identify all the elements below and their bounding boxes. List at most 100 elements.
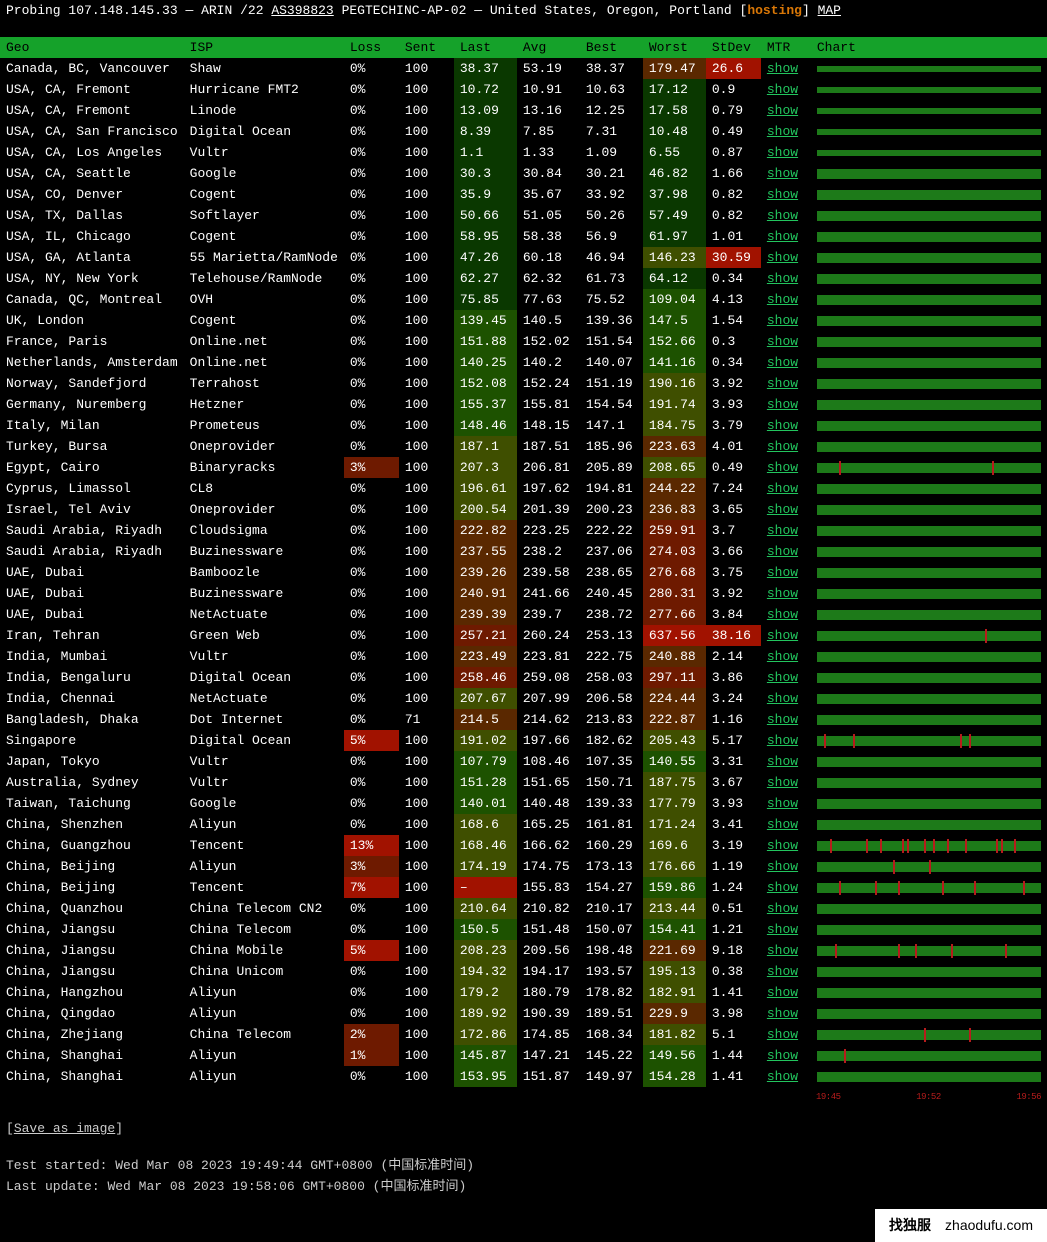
cell-sent: 100 [399, 100, 454, 121]
mtr-show-link[interactable]: show [761, 499, 811, 520]
mtr-show-link[interactable]: show [761, 268, 811, 289]
mtr-show-link[interactable]: show [761, 772, 811, 793]
save-as-image-link[interactable]: Save as image [14, 1121, 115, 1136]
col-best[interactable]: Best [580, 37, 643, 58]
cell-last: 179.2 [454, 982, 517, 1003]
mtr-show-link[interactable]: show [761, 373, 811, 394]
col-mtr[interactable]: MTR [761, 37, 811, 58]
mtr-show-link[interactable]: show [761, 961, 811, 982]
cell-last: 140.01 [454, 793, 517, 814]
cell-avg: 241.66 [517, 583, 580, 604]
mtr-show-link[interactable]: show [761, 310, 811, 331]
mtr-show-link[interactable]: show [761, 436, 811, 457]
mtr-show-link[interactable]: show [761, 331, 811, 352]
mtr-show-link[interactable]: show [761, 289, 811, 310]
mtr-show-link[interactable]: show [761, 205, 811, 226]
cell-geo: China, Quanzhou [0, 898, 184, 919]
cell-best: 61.73 [580, 268, 643, 289]
col-loss[interactable]: Loss [344, 37, 399, 58]
cell-chart [811, 163, 1047, 184]
mtr-show-link[interactable]: show [761, 877, 811, 898]
mtr-show-link[interactable]: show [761, 709, 811, 730]
cell-last: 151.88 [454, 331, 517, 352]
mtr-show-link[interactable]: show [761, 562, 811, 583]
mtr-show-link[interactable]: show [761, 457, 811, 478]
cell-chart [811, 898, 1047, 919]
mtr-show-link[interactable]: show [761, 247, 811, 268]
mtr-show-link[interactable]: show [761, 415, 811, 436]
mtr-show-link[interactable]: show [761, 646, 811, 667]
cell-loss: 0% [344, 814, 399, 835]
cell-last: 75.85 [454, 289, 517, 310]
mtr-show-link[interactable]: show [761, 856, 811, 877]
asn-link[interactable]: AS398823 [271, 3, 333, 18]
map-link[interactable]: MAP [818, 3, 841, 18]
cell-isp: 55 Marietta/RamNode [184, 247, 344, 268]
cell-worst: 64.12 [643, 268, 706, 289]
col-worst[interactable]: Worst [643, 37, 706, 58]
mtr-show-link[interactable]: show [761, 688, 811, 709]
mtr-show-link[interactable]: show [761, 835, 811, 856]
mtr-show-link[interactable]: show [761, 583, 811, 604]
col-chart[interactable]: Chart [811, 37, 1047, 58]
cell-avg: 174.85 [517, 1024, 580, 1045]
mtr-show-link[interactable]: show [761, 982, 811, 1003]
col-last[interactable]: Last [454, 37, 517, 58]
cell-geo: China, Hangzhou [0, 982, 184, 1003]
cell-isp: Dot Internet [184, 709, 344, 730]
cell-avg: 58.38 [517, 226, 580, 247]
mtr-show-link[interactable]: show [761, 184, 811, 205]
col-isp[interactable]: ISP [184, 37, 344, 58]
cell-sent: 100 [399, 562, 454, 583]
mtr-show-link[interactable]: show [761, 1003, 811, 1024]
mtr-show-link[interactable]: show [761, 58, 811, 79]
cell-geo: China, Jiangsu [0, 940, 184, 961]
cell-loss: 0% [344, 226, 399, 247]
mtr-show-link[interactable]: show [761, 142, 811, 163]
mtr-show-link[interactable]: show [761, 1024, 811, 1045]
mtr-show-link[interactable]: show [761, 625, 811, 646]
cell-best: 238.72 [580, 604, 643, 625]
mtr-show-link[interactable]: show [761, 1045, 811, 1066]
mtr-show-link[interactable]: show [761, 541, 811, 562]
col-geo[interactable]: Geo [0, 37, 184, 58]
cell-geo: USA, TX, Dallas [0, 205, 184, 226]
mtr-show-link[interactable]: show [761, 604, 811, 625]
cell-sent: 100 [399, 58, 454, 79]
cell-last: 148.46 [454, 415, 517, 436]
cell-isp: Cloudsigma [184, 520, 344, 541]
cell-last: 152.08 [454, 373, 517, 394]
cell-worst: 280.31 [643, 583, 706, 604]
mtr-show-link[interactable]: show [761, 751, 811, 772]
mtr-show-link[interactable]: show [761, 814, 811, 835]
mtr-show-link[interactable]: show [761, 79, 811, 100]
cell-avg: 197.62 [517, 478, 580, 499]
cell-geo: Canada, BC, Vancouver [0, 58, 184, 79]
col-avg[interactable]: Avg [517, 37, 580, 58]
mtr-show-link[interactable]: show [761, 520, 811, 541]
cell-avg: 140.48 [517, 793, 580, 814]
cell-chart [811, 583, 1047, 604]
cell-geo: China, Shenzhen [0, 814, 184, 835]
mtr-show-link[interactable]: show [761, 226, 811, 247]
mtr-show-link[interactable]: show [761, 163, 811, 184]
cell-isp: Cogent [184, 184, 344, 205]
mtr-show-link[interactable]: show [761, 394, 811, 415]
col-stdev[interactable]: StDev [706, 37, 761, 58]
mtr-show-link[interactable]: show [761, 121, 811, 142]
cell-loss: 0% [344, 499, 399, 520]
mtr-show-link[interactable]: show [761, 730, 811, 751]
mtr-show-link[interactable]: show [761, 1066, 811, 1087]
mtr-show-link[interactable]: show [761, 919, 811, 940]
mtr-show-link[interactable]: show [761, 898, 811, 919]
col-sent[interactable]: Sent [399, 37, 454, 58]
table-row: USA, TX, DallasSoftlayer0%10050.6651.055… [0, 205, 1047, 226]
mtr-show-link[interactable]: show [761, 793, 811, 814]
cell-loss: 0% [344, 184, 399, 205]
mtr-show-link[interactable]: show [761, 940, 811, 961]
mtr-show-link[interactable]: show [761, 478, 811, 499]
mtr-show-link[interactable]: show [761, 100, 811, 121]
mtr-show-link[interactable]: show [761, 667, 811, 688]
cell-stdev: 0.51 [706, 898, 761, 919]
mtr-show-link[interactable]: show [761, 352, 811, 373]
